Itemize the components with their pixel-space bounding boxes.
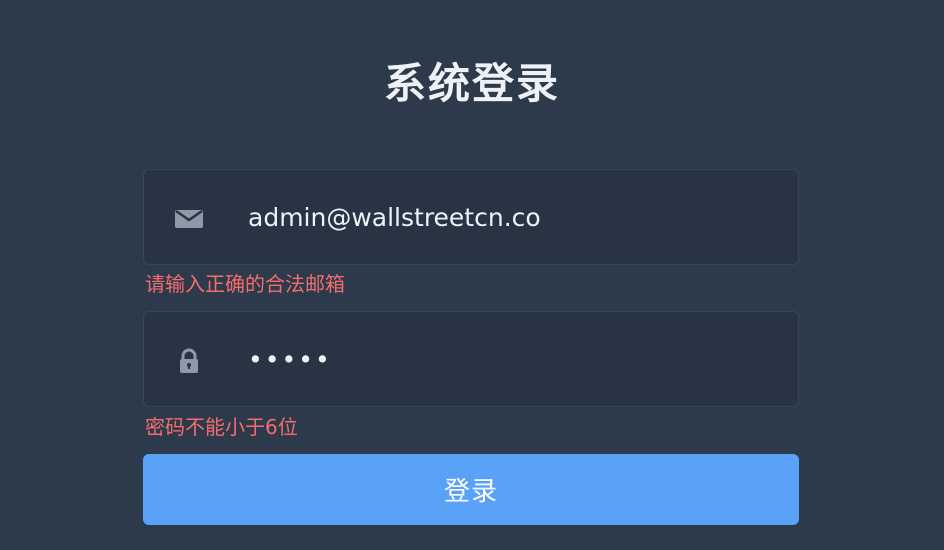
login-button[interactable]: 登录 — [143, 454, 799, 525]
page-title: 系统登录 — [383, 59, 560, 109]
password-input[interactable] — [248, 312, 768, 406]
email-input[interactable] — [248, 170, 768, 264]
lock-icon — [174, 346, 204, 376]
email-field-container — [143, 169, 799, 265]
email-error-message: 请输入正确的合法邮箱 — [145, 272, 345, 296]
password-field-container — [143, 311, 799, 407]
password-error-message: 密码不能小于6位 — [145, 415, 298, 439]
mail-icon — [174, 204, 204, 234]
